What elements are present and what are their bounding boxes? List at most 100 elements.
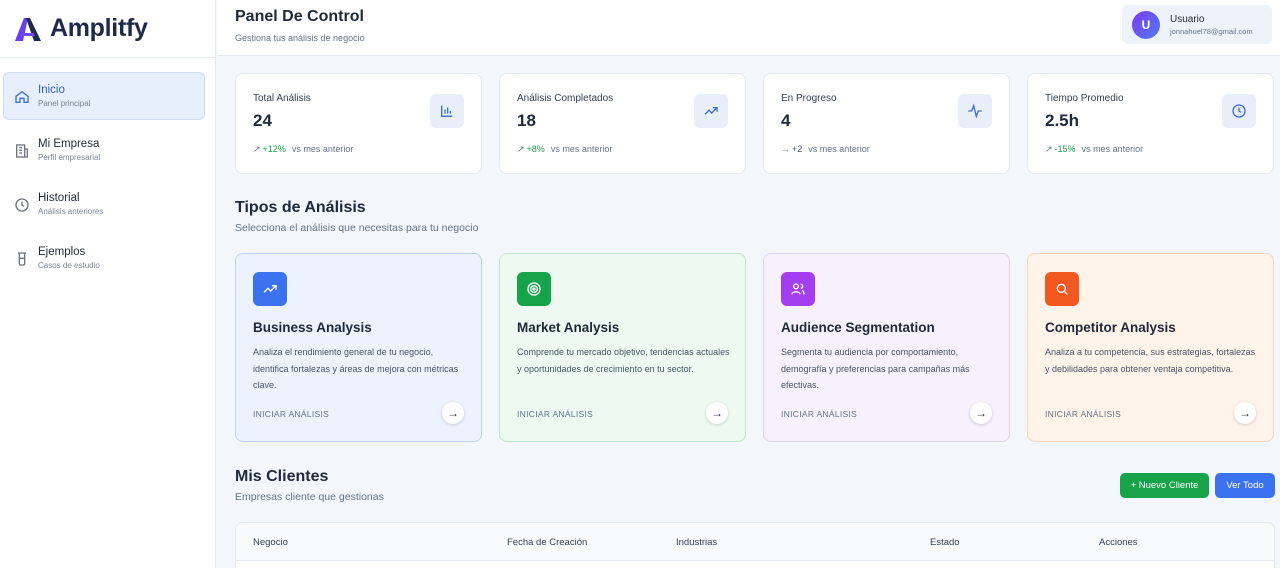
column-header-fecha[interactable]: Fecha de Creación xyxy=(507,537,587,548)
bar-chart-icon xyxy=(441,105,453,117)
user-name: Usuario xyxy=(1170,13,1205,25)
trend-delta: +8% xyxy=(526,144,545,154)
table-header: Negocio Fecha de Creación Industrias Est… xyxy=(236,523,1274,561)
view-all-button[interactable]: Ver Todo xyxy=(1215,473,1275,498)
search-icon xyxy=(1056,283,1068,295)
sidebar-nav: Inicio Panel principal Mi Empresa Perfil… xyxy=(0,58,215,282)
analysis-card-business[interactable]: Business Analysis Analiza el rendimiento… xyxy=(235,253,482,442)
page-subtitle: Gestiona tus análisis de negocio xyxy=(235,33,365,43)
clients-section-title: Mis Clientes xyxy=(235,468,329,485)
analysis-description: Analiza el rendimiento general de tu neg… xyxy=(253,347,459,390)
home-icon xyxy=(15,90,29,103)
sidebar-item-inicio[interactable]: Inicio Panel principal xyxy=(3,72,205,120)
stat-value: 24 xyxy=(253,111,272,130)
trend-arrow: → xyxy=(781,144,790,154)
analysis-icon xyxy=(253,272,287,306)
trend-arrow: ↗ xyxy=(253,144,261,154)
stat-icon xyxy=(958,94,992,128)
column-header-acciones[interactable]: Acciones xyxy=(1099,537,1138,548)
sidebar-item-ejemplos[interactable]: Ejemplos Casos de estudio xyxy=(3,234,205,282)
start-analysis-link[interactable]: INICIAR ANÁLISIS xyxy=(1045,409,1121,419)
sidebar-item-label: Mi Empresa xyxy=(38,138,100,150)
analysis-icon xyxy=(781,272,815,306)
analysis-section-subtitle: Selecciona el análisis que necesitas par… xyxy=(235,222,479,234)
trend-arrow: ↗ xyxy=(517,144,525,154)
stat-value: 2.5h xyxy=(1045,111,1080,130)
analysis-icon xyxy=(517,272,551,306)
activity-icon xyxy=(968,103,982,119)
stat-icon xyxy=(1222,94,1256,128)
amplitfy-logo-icon xyxy=(15,17,41,41)
target-icon xyxy=(527,282,541,296)
arrow-right-icon[interactable]: → xyxy=(442,402,464,424)
stat-value: 4 xyxy=(781,111,791,130)
stat-trend: → +2 vs mes anterior xyxy=(781,144,870,154)
analysis-description: Comprende tu mercado objetivo, tendencia… xyxy=(517,347,730,374)
building-icon xyxy=(15,144,28,158)
stat-card-total: Total Análisis 24 ↗ +12% vs mes anterior xyxy=(235,73,482,174)
stat-label: Total Análisis xyxy=(253,93,311,104)
avatar: U xyxy=(1132,10,1160,39)
sidebar-item-sublabel: Perfil empresarial xyxy=(38,153,101,162)
trend-delta: -15% xyxy=(1054,144,1076,154)
stat-trend: ↗ +12% vs mes anterior xyxy=(253,144,353,155)
analysis-title: Market Analysis xyxy=(517,320,620,335)
analysis-title: Audience Segmentation xyxy=(781,320,935,335)
brand-name: Amplitfy xyxy=(50,14,148,42)
trending-up-icon xyxy=(704,107,718,115)
sidebar-item-label: Ejemplos xyxy=(38,246,86,258)
sidebar-item-label: Historial xyxy=(38,192,80,204)
new-client-button[interactable]: + Nuevo Cliente xyxy=(1120,473,1209,498)
clock-icon xyxy=(15,198,29,212)
analysis-card-audience[interactable]: Audience Segmentation Segmenta tu audien… xyxy=(763,253,1010,442)
analysis-title: Competitor Analysis xyxy=(1045,320,1176,335)
sidebar-item-historial[interactable]: Historial Análisis anteriores xyxy=(3,180,205,228)
stat-label: Análisis Completados xyxy=(517,93,614,104)
stat-label: Tiempo Promedio xyxy=(1045,93,1124,104)
analysis-icon xyxy=(1045,272,1079,306)
analysis-card-competitor[interactable]: Competitor Analysis Analiza a tu compete… xyxy=(1027,253,1274,442)
arrow-right-icon[interactable]: → xyxy=(706,402,728,424)
stat-value: 18 xyxy=(517,111,536,130)
column-header-industrias[interactable]: Industrias xyxy=(676,537,717,548)
arrow-right-icon[interactable]: → xyxy=(970,402,992,424)
trend-comparison: vs mes anterior xyxy=(808,144,870,154)
stat-trend: ↗ +8% vs mes anterior xyxy=(517,144,612,155)
analysis-card-market[interactable]: Market Analysis Comprende tu mercado obj… xyxy=(499,253,746,442)
sidebar-item-sublabel: Casos de estudio xyxy=(38,261,100,270)
trending-up-icon xyxy=(263,285,277,293)
brand-logo[interactable]: Amplitfy xyxy=(0,0,215,58)
clock-icon xyxy=(1232,104,1246,118)
start-analysis-link[interactable]: INICIAR ANÁLISIS xyxy=(517,409,593,419)
trend-arrow: ↗ xyxy=(1045,144,1053,154)
analysis-title: Business Analysis xyxy=(253,320,372,335)
page-header: Panel De Control Gestiona tus análisis d… xyxy=(217,0,1280,56)
stat-icon xyxy=(694,94,728,128)
arrow-right-icon[interactable]: → xyxy=(1234,402,1256,424)
trend-delta: +12% xyxy=(262,144,286,154)
column-header-estado[interactable]: Estado xyxy=(930,537,960,548)
flask-icon xyxy=(18,252,26,266)
sidebar: Amplitfy Inicio Panel principal Mi Empre… xyxy=(0,0,216,568)
stat-card-en-progreso: En Progreso 4 → +2 vs mes anterior xyxy=(763,73,1010,174)
user-menu[interactable]: U Usuario jonnahuel78@gmail.com xyxy=(1122,5,1272,44)
trend-delta: +2 xyxy=(792,144,803,154)
stat-card-completados: Análisis Completados 18 ↗ +8% vs mes anter… xyxy=(499,73,746,174)
trend-comparison: vs mes anterior xyxy=(1081,144,1144,154)
stat-trend: ↗ -15% vs mes anterior xyxy=(1045,144,1143,155)
clients-table: Negocio Fecha de Creación Industrias Est… xyxy=(235,522,1275,568)
clients-section-subtitle: Empresas cliente que gestionas xyxy=(235,491,384,503)
analysis-description: Segmenta tu audiencia por comportamiento… xyxy=(781,347,970,390)
sidebar-item-sublabel: Análisis anteriores xyxy=(38,207,104,216)
start-analysis-link[interactable]: INICIAR ANÁLISIS xyxy=(781,409,857,419)
trend-comparison: vs mes anterior xyxy=(550,144,613,154)
page-title: Panel De Control xyxy=(235,8,364,25)
stat-card-tiempo-promedio: Tiempo Promedio 2.5h ↗ -15% vs mes anterio… xyxy=(1027,73,1274,174)
user-email: jonnahuel78@gmail.com xyxy=(1170,26,1253,36)
start-analysis-link[interactable]: INICIAR ANÁLISIS xyxy=(253,409,329,419)
sidebar-item-mi-empresa[interactable]: Mi Empresa Perfil empresarial xyxy=(3,126,205,174)
stat-label: En Progreso xyxy=(781,93,837,104)
column-header-negocio[interactable]: Negocio xyxy=(253,537,288,548)
sidebar-item-sublabel: Panel principal xyxy=(38,99,91,108)
sidebar-item-label: Inicio xyxy=(38,84,65,96)
